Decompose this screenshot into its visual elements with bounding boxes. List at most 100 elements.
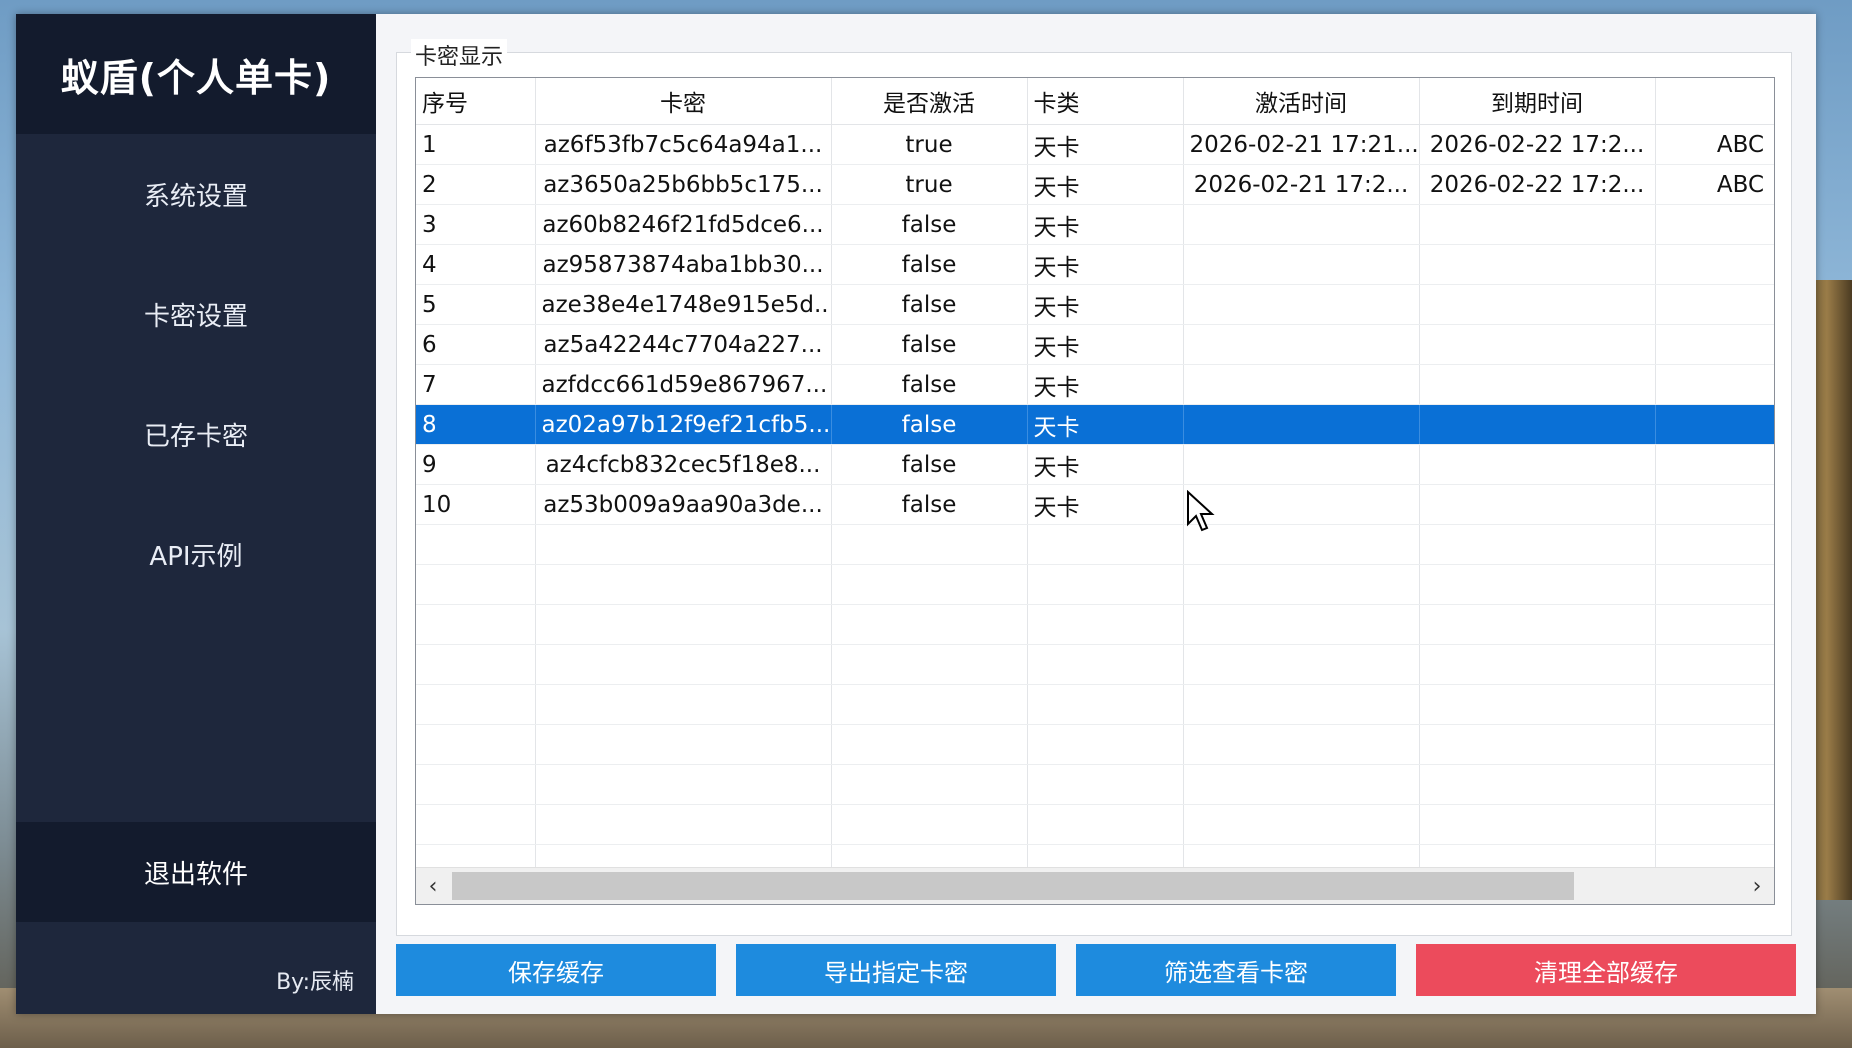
cell-index: 7 xyxy=(416,364,536,405)
sidebar: 蚁盾(个人单卡) 系统设置 卡密设置 已存卡密 API示例 退出软件 By:辰楠 xyxy=(16,14,376,1014)
app-brand: 蚁盾(个人单卡) xyxy=(16,14,376,134)
empty-cell xyxy=(831,764,1028,805)
empty-cell xyxy=(535,564,832,605)
cell-extra: ABC xyxy=(1655,124,1774,165)
scrollbar-thumb[interactable] xyxy=(452,872,1574,900)
empty-cell xyxy=(831,684,1028,725)
column-header-activation-time[interactable]: 激活时间 xyxy=(1183,78,1420,125)
empty-cell xyxy=(1183,524,1420,565)
table-row[interactable]: 4 az95873874aba1bb30... false 天卡 xyxy=(416,244,1774,285)
cell-activation-time xyxy=(1183,444,1420,485)
table-row[interactable]: 8 az02a97b12f9ef21cfb5... false 天卡 xyxy=(416,404,1774,445)
empty-cell xyxy=(1183,604,1420,645)
sidebar-item-saved-cards[interactable]: 已存卡密 xyxy=(16,374,376,494)
chevron-right-icon[interactable]: › xyxy=(1740,868,1774,904)
empty-cell xyxy=(1655,764,1774,805)
empty-cell xyxy=(1027,724,1184,765)
cell-activation-time xyxy=(1183,484,1420,525)
empty-cell xyxy=(1183,764,1420,805)
cell-expiry-time xyxy=(1419,364,1656,405)
table-row[interactable]: 2 az3650a25b6bb5c175... true 天卡 2026-02-21 1… xyxy=(416,164,1774,205)
sidebar-item-card-settings[interactable]: 卡密设置 xyxy=(16,254,376,374)
empty-cell xyxy=(1419,764,1656,805)
empty-cell xyxy=(1183,564,1420,605)
empty-cell xyxy=(1027,604,1184,645)
table-row[interactable]: 7 azfdcc661d59e867967... false 天卡 xyxy=(416,364,1774,405)
table-row[interactable]: 6 az5a42244c7704a227... false 天卡 xyxy=(416,324,1774,365)
save-cache-button[interactable]: 保存缓存 xyxy=(396,944,716,996)
clear-cache-button[interactable]: 清理全部缓存 xyxy=(1416,944,1796,996)
export-cards-button[interactable]: 导出指定卡密 xyxy=(736,944,1056,996)
cell-card-key: az3650a25b6bb5c175... xyxy=(535,164,832,205)
empty-cell xyxy=(1655,604,1774,645)
sidebar-item-api-example[interactable]: API示例 xyxy=(16,494,376,614)
filter-cards-button[interactable]: 筛选查看卡密 xyxy=(1076,944,1396,996)
table-row[interactable]: 9 az4cfcb832cec5f18e8... false 天卡 xyxy=(416,444,1774,485)
empty-cell xyxy=(1027,684,1184,725)
empty-cell xyxy=(535,684,832,725)
cell-index: 4 xyxy=(416,244,536,285)
empty-cell xyxy=(1027,644,1184,685)
empty-cell xyxy=(1419,524,1656,565)
empty-cell xyxy=(1655,564,1774,605)
cell-activated: false xyxy=(831,484,1028,525)
empty-cell xyxy=(416,804,536,845)
sidebar-item-system-settings[interactable]: 系统设置 xyxy=(16,134,376,254)
empty-cell xyxy=(416,684,536,725)
cell-activation-time xyxy=(1183,324,1420,365)
empty-cell xyxy=(1419,644,1656,685)
empty-cell xyxy=(831,524,1028,565)
empty-cell xyxy=(1655,524,1774,565)
cell-activated: true xyxy=(831,124,1028,165)
cell-card-key: az95873874aba1bb30... xyxy=(535,244,832,285)
cell-index: 10 xyxy=(416,484,536,525)
table-row[interactable]: 10 az53b009a9aa90a3de... false 天卡 xyxy=(416,484,1774,525)
empty-cell xyxy=(416,644,536,685)
empty-cell xyxy=(1419,564,1656,605)
table-row-empty xyxy=(416,764,1774,805)
empty-cell xyxy=(1027,804,1184,845)
cell-expiry-time: 2026-02-22 17:2... xyxy=(1419,164,1656,205)
column-header-index[interactable]: 序号 xyxy=(416,78,536,125)
app-window: 蚁盾(个人单卡) 系统设置 卡密设置 已存卡密 API示例 退出软件 By:辰楠… xyxy=(16,14,1816,1014)
cell-extra: ABC xyxy=(1655,164,1774,205)
cell-card-type: 天卡 xyxy=(1027,204,1184,245)
cell-card-type: 天卡 xyxy=(1027,484,1184,525)
cell-index: 2 xyxy=(416,164,536,205)
cell-expiry-time: 2026-02-22 17:2... xyxy=(1419,124,1656,165)
cell-extra xyxy=(1655,324,1774,365)
chevron-left-icon[interactable]: ‹ xyxy=(416,868,450,904)
cell-activated: false xyxy=(831,444,1028,485)
empty-cell xyxy=(1419,804,1656,845)
column-header-activated[interactable]: 是否激活 xyxy=(831,78,1028,125)
empty-cell xyxy=(535,604,832,645)
cell-activated: true xyxy=(831,164,1028,205)
cell-card-key: az6f53fb7c5c64a94a1... xyxy=(535,124,832,165)
table-body: 1 az6f53fb7c5c64a94a1... true 天卡 2026-02-21 … xyxy=(416,124,1774,885)
table-row[interactable]: 3 az60b8246f21fd5dce6... false 天卡 xyxy=(416,204,1774,245)
cell-activated: false xyxy=(831,284,1028,325)
empty-cell xyxy=(1419,724,1656,765)
exit-button[interactable]: 退出软件 xyxy=(16,822,376,922)
column-header-expiry-time[interactable]: 到期时间 xyxy=(1419,78,1656,125)
table-row[interactable]: 1 az6f53fb7c5c64a94a1... true 天卡 2026-02-21 … xyxy=(416,124,1774,165)
empty-cell xyxy=(535,644,832,685)
cell-activation-time: 2026-02-21 17:2... xyxy=(1183,164,1420,205)
table-row-empty xyxy=(416,724,1774,765)
empty-cell xyxy=(535,764,832,805)
empty-cell xyxy=(535,724,832,765)
column-header-card-type[interactable]: 卡类 xyxy=(1027,78,1184,125)
table-row-empty xyxy=(416,684,1774,725)
cell-extra xyxy=(1655,484,1774,525)
mouse-cursor-icon xyxy=(1187,490,1215,532)
table-row[interactable]: 5 aze38e4e1748e915e5d... false 天卡 xyxy=(416,284,1774,325)
column-header-card-key[interactable]: 卡密 xyxy=(535,78,832,125)
author-label: By:辰楠 xyxy=(276,970,354,995)
main-panel: 卡密显示 序号 卡密 是否激活 卡类 激活时间 到期时间 1 az6f53fb7… xyxy=(376,14,1816,1014)
empty-cell xyxy=(1419,684,1656,725)
column-header-extra[interactable] xyxy=(1655,78,1774,125)
cell-card-key: az5a42244c7704a227... xyxy=(535,324,832,365)
cell-activation-time xyxy=(1183,284,1420,325)
cell-extra xyxy=(1655,244,1774,285)
horizontal-scrollbar[interactable]: ‹ › xyxy=(416,867,1774,904)
